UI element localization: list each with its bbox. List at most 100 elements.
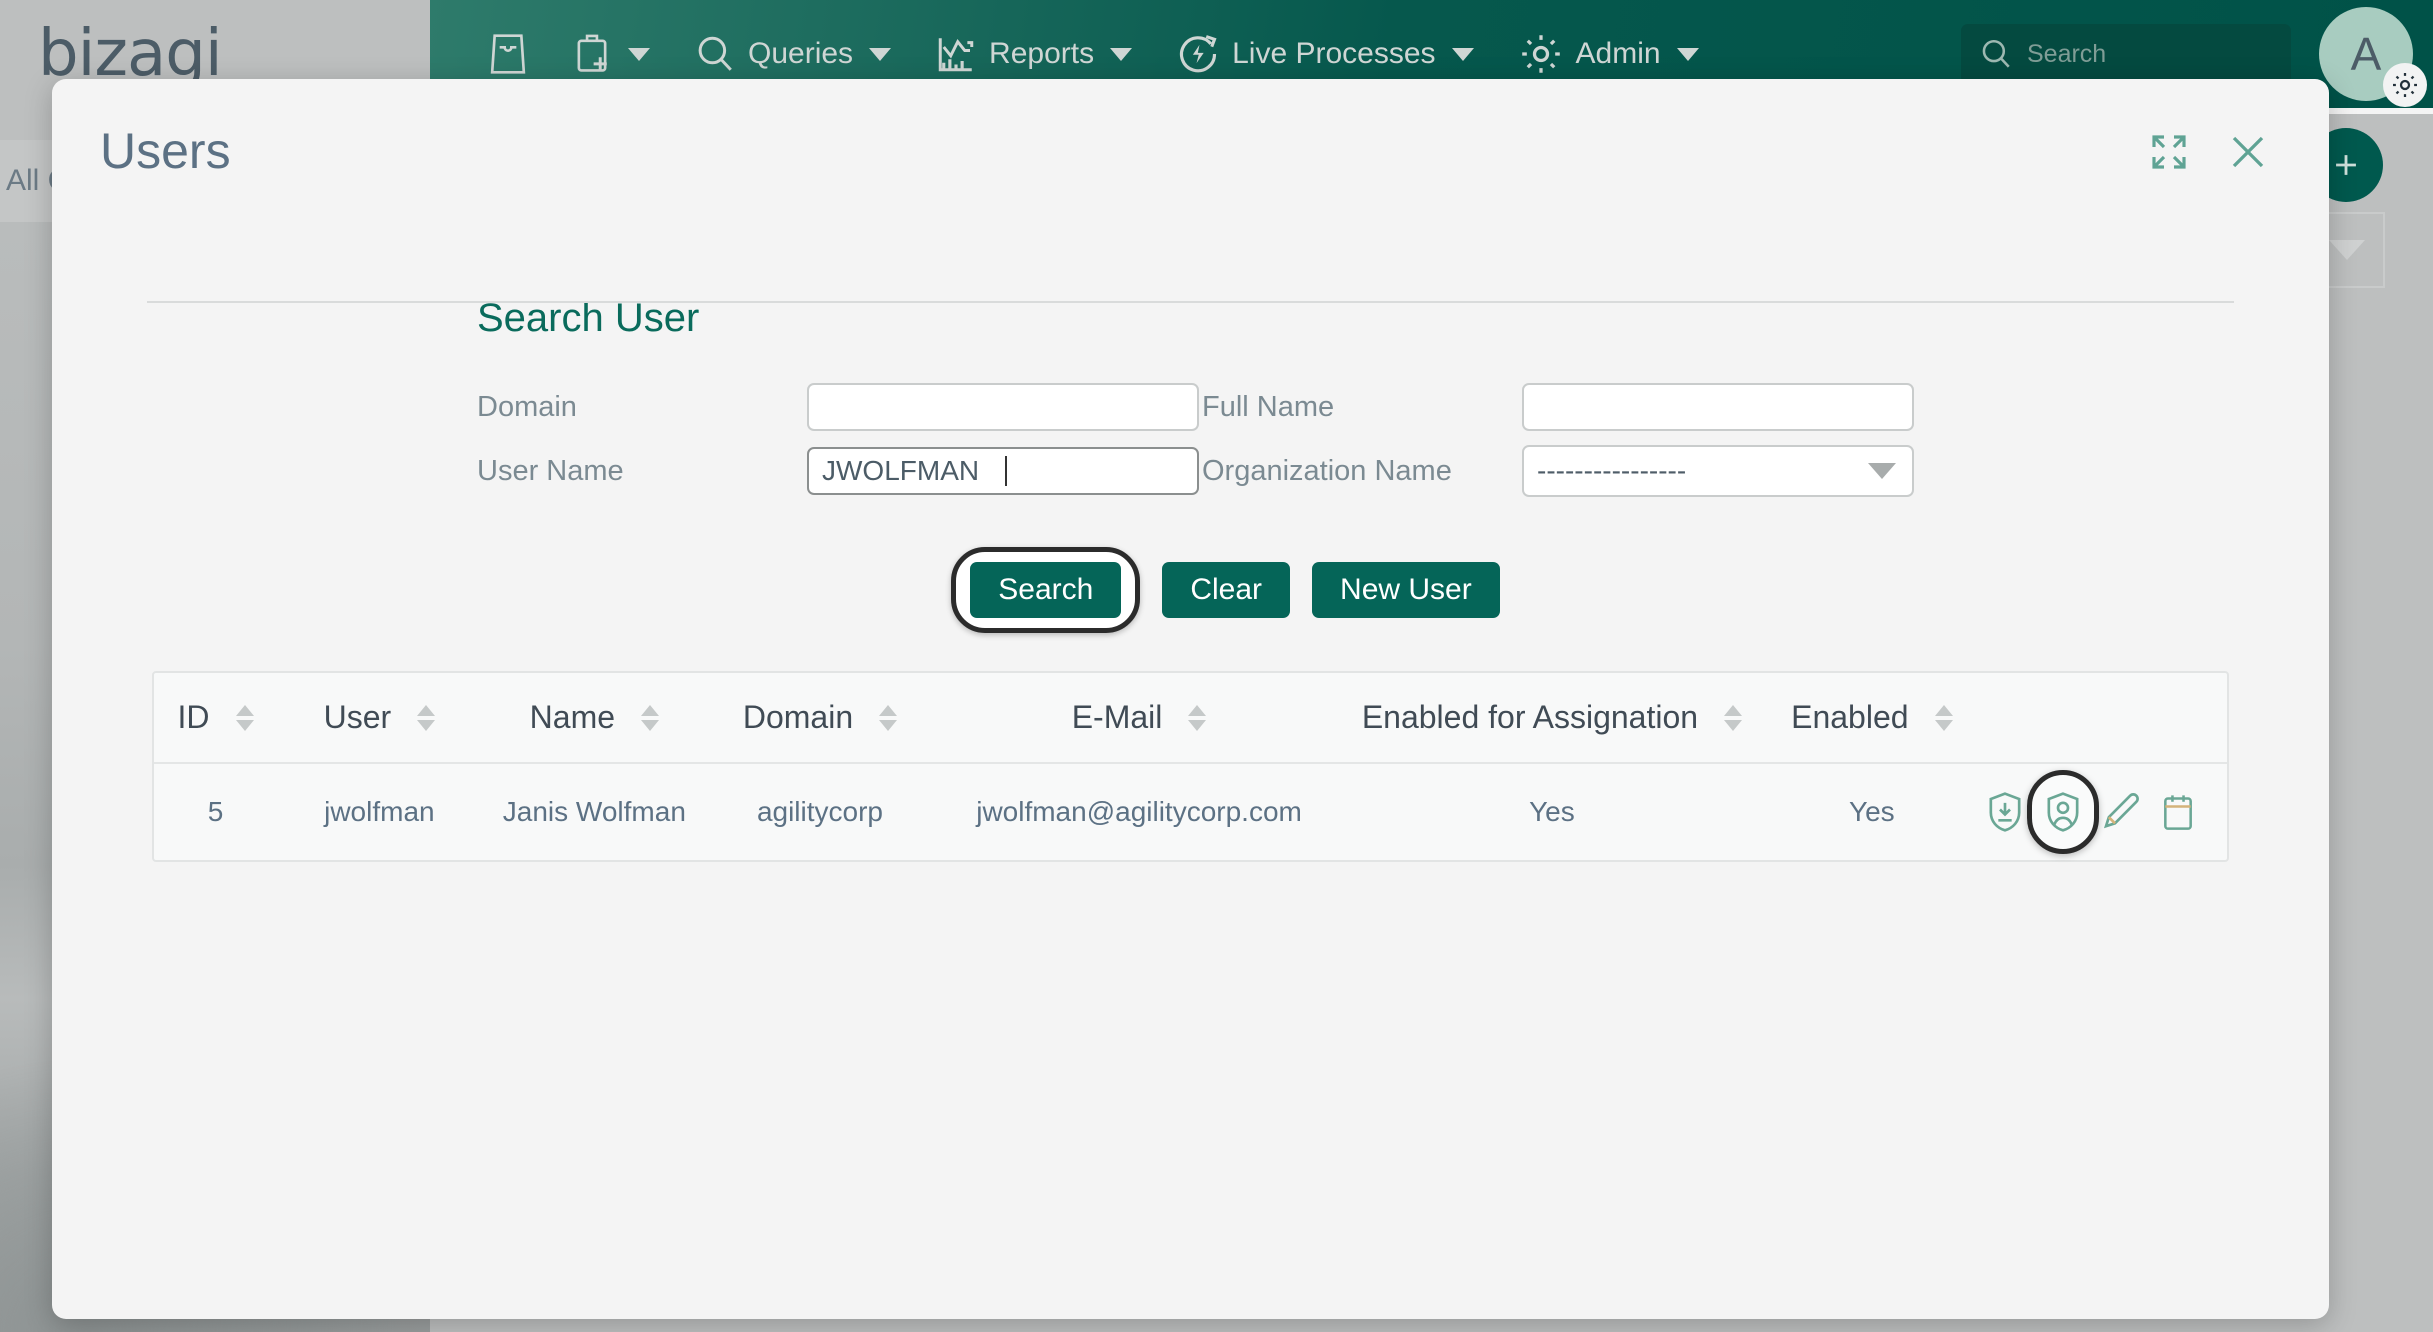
user-name-label: User Name: [477, 454, 624, 487]
sort-toggle-icon[interactable]: [1188, 704, 1207, 731]
cell-domain: agilitycorp: [756, 796, 883, 827]
search-icon: [1982, 39, 2010, 68]
sort-toggle-icon[interactable]: [641, 704, 660, 731]
inbox-icon: [490, 34, 526, 74]
organization-name-select[interactable]: ----------------: [1522, 445, 1914, 497]
column-label: E-Mail: [1071, 699, 1163, 735]
modal-header: Users: [52, 79, 2329, 303]
domain-label: Domain: [477, 390, 577, 423]
column-header-enabled-for-assignation[interactable]: Enabled for Assignation: [1345, 673, 1759, 764]
search-button-focus-ring: Search: [951, 547, 1141, 633]
search-user-form: Domain Full Name User Name Organization …: [477, 383, 2329, 497]
nav-label-live-processes: Live Processes: [1232, 37, 1436, 70]
nav-label-admin: Admin: [1575, 37, 1661, 70]
nav-label-reports: Reports: [989, 37, 1095, 70]
cell-user: jwolfman: [324, 796, 435, 827]
cell-enabled: Yes: [1848, 796, 1895, 827]
full-name-field-wrap: [1522, 383, 1914, 431]
nav-item-queries[interactable]: Queries: [676, 23, 909, 85]
global-search-box[interactable]: Search: [1961, 24, 2291, 84]
table-row[interactable]: 5 jwolfman Janis Wolfman agilitycorp jwo…: [154, 763, 2227, 860]
edit-pencil-icon[interactable]: [2101, 791, 2141, 833]
row-action-buttons: [1985, 770, 2227, 854]
app-root: All C bizagi Queries Reports Live Proces…: [0, 0, 2433, 1332]
column-header-id[interactable]: ID: [154, 673, 278, 764]
live-processes-icon: [1180, 35, 1217, 73]
column-header-name[interactable]: Name: [481, 673, 707, 764]
column-header-enabled[interactable]: Enabled: [1758, 673, 1985, 764]
cell-name: Janis Wolfman: [502, 796, 686, 827]
avatar[interactable]: A: [2319, 7, 2427, 107]
column-label: Enabled for Assignation: [1361, 699, 1699, 735]
nav-item-inbox[interactable]: [470, 22, 546, 86]
nav-item-admin[interactable]: Admin: [1500, 21, 1717, 87]
full-name-input[interactable]: [1522, 383, 1914, 431]
column-header-email[interactable]: E-Mail: [932, 673, 1346, 764]
avatar-settings-badge[interactable]: [2383, 63, 2427, 107]
nav-item-new-case[interactable]: [554, 21, 668, 87]
search-icon: [698, 36, 732, 71]
organization-name-label: Organization Name: [1202, 454, 1452, 487]
chevron-down-icon: [1868, 463, 1896, 479]
clear-button[interactable]: Clear: [1162, 562, 1291, 618]
triangle-down-icon: [2329, 240, 2365, 260]
plus-icon: [2336, 155, 2356, 175]
new-user-button[interactable]: New User: [1312, 562, 1500, 618]
nav-item-live-processes[interactable]: Live Processes: [1158, 22, 1491, 86]
reports-chart-icon: [938, 38, 974, 72]
users-table-body: 5 jwolfman Janis Wolfman agilitycorp jwo…: [154, 763, 2227, 860]
sort-toggle-icon[interactable]: [235, 704, 254, 731]
chevron-down-icon: [1451, 47, 1474, 61]
chevron-down-icon: [869, 47, 892, 61]
users-table-head: ID User Name Domain E-Mail Enabled for A…: [154, 673, 2227, 764]
column-label: Enabled: [1791, 699, 1909, 735]
cell-enabled-for-assignation: Yes: [1529, 796, 1575, 827]
header-divider: [147, 301, 2234, 303]
page-title: Users: [100, 122, 231, 179]
modal-body: Search User Domain Full Name User Name O…: [52, 222, 2329, 862]
column-label: User: [323, 699, 392, 735]
sort-toggle-icon[interactable]: [1724, 704, 1743, 731]
column-header-domain[interactable]: Domain: [706, 673, 933, 764]
sort-toggle-icon[interactable]: [879, 704, 898, 731]
organization-name-value: ----------------: [1537, 455, 1687, 486]
chevron-down-icon: [628, 47, 650, 61]
gear-icon: [2393, 73, 2417, 97]
users-table: ID User Name Domain E-Mail Enabled for A…: [154, 673, 2227, 860]
form-actions: Search Clear New User: [52, 547, 2329, 633]
sort-toggle-icon[interactable]: [417, 704, 436, 731]
new-case-icon: [577, 34, 607, 72]
user-name-input[interactable]: [807, 447, 1199, 495]
column-label: ID: [177, 699, 210, 735]
close-icon[interactable]: [2227, 131, 2269, 173]
nav-label-queries: Queries: [748, 37, 854, 70]
domain-input[interactable]: [807, 383, 1199, 431]
shield-download-icon[interactable]: [1985, 790, 2025, 834]
column-label: Domain: [742, 699, 854, 735]
full-name-label: Full Name: [1202, 390, 1335, 423]
table-header-row: ID User Name Domain E-Mail Enabled for A…: [154, 673, 2227, 764]
shield-user-icon[interactable]: [2027, 770, 2099, 854]
gear-icon: [1521, 35, 1560, 73]
chevron-down-icon: [1676, 47, 1699, 61]
sort-toggle-icon[interactable]: [1934, 704, 1953, 731]
column-header-user[interactable]: User: [277, 673, 482, 764]
cell-email: jwolfman@agilitycorp.com: [976, 796, 1302, 827]
column-header-actions: [1984, 673, 2227, 764]
domain-field-wrap: [807, 383, 1199, 431]
search-button[interactable]: Search: [970, 562, 1122, 618]
users-table-container: ID User Name Domain E-Mail Enabled for A…: [152, 671, 2229, 862]
users-modal: Users Search User Domain Full Name User …: [52, 79, 2329, 1319]
chevron-down-icon: [1110, 47, 1133, 61]
modal-header-actions: [2149, 131, 2269, 173]
cell-actions: [1985, 763, 2227, 860]
cell-id: 5: [207, 796, 224, 827]
expand-icon[interactable]: [2149, 132, 2189, 172]
column-label: Name: [529, 699, 616, 735]
avatar-initial: A: [2350, 28, 2382, 80]
user-name-field-wrap: [807, 447, 1199, 495]
clipboard-icon[interactable]: [2159, 791, 2197, 833]
nav-item-reports[interactable]: Reports: [917, 23, 1150, 85]
global-search-placeholder: Search: [2027, 39, 2107, 68]
text-cursor: [1005, 456, 1007, 486]
